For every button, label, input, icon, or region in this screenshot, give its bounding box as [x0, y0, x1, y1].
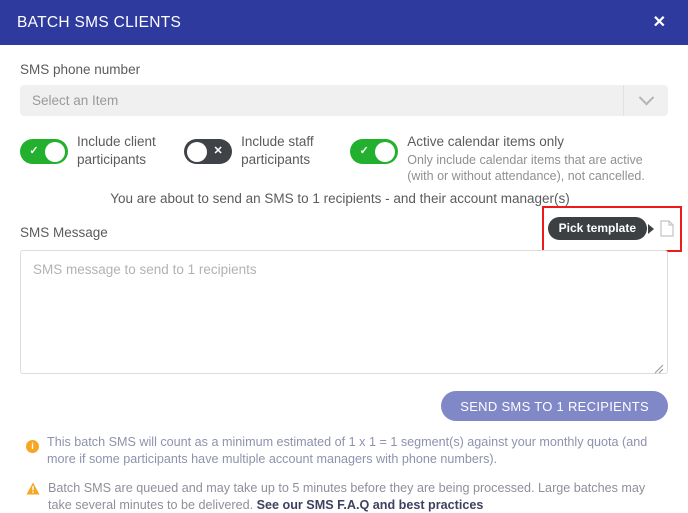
close-icon[interactable]: ✕ [649, 13, 670, 33]
toggle-label-staff-participants: Include staff participants [241, 134, 314, 168]
info-icon: i [26, 436, 39, 454]
sms-message-area [20, 250, 668, 379]
toggle-group-client-participants: ✓ Include client participants [20, 133, 160, 169]
modal-body: SMS phone number Select an Item ✓ Includ… [0, 45, 688, 512]
pick-template-tooltip[interactable]: Pick template [547, 217, 647, 240]
pick-template-control[interactable]: Pick template [547, 217, 674, 240]
document-icon[interactable] [660, 220, 674, 237]
queue-warning-note: Batch SMS are queued and may take up to … [20, 480, 668, 513]
toggle-row: ✓ Include client participants ✕ Include … [20, 133, 668, 183]
sms-phone-number-select[interactable]: Select an Item [20, 85, 668, 116]
sms-faq-link[interactable]: See our SMS F.A.Q and best practices [257, 498, 484, 512]
chevron-down-icon[interactable] [623, 85, 668, 116]
send-sms-button[interactable]: SEND SMS TO 1 RECIPIENTS [441, 391, 668, 421]
quota-info-text: This batch SMS will count as a minimum e… [47, 435, 648, 466]
sms-message-input[interactable] [20, 250, 668, 374]
toggle-knob [45, 141, 65, 162]
check-icon: ✓ [359, 145, 369, 157]
check-icon: ✓ [29, 145, 39, 157]
sms-message-header: SMS Message Pick template [20, 206, 682, 252]
warning-triangle-icon [26, 482, 40, 500]
sms-phone-number-label: SMS phone number [20, 62, 141, 77]
toggle-group-staff-participants: ✕ Include staff participants [184, 133, 324, 169]
queue-warning-text: Batch SMS are queued and may take up to … [48, 480, 668, 513]
toggle-label-active-calendar-items: Active calendar items only Only include … [407, 133, 668, 185]
toggle-include-client-participants[interactable]: ✓ [20, 139, 68, 164]
toggle-knob [187, 141, 208, 162]
toggle-knob [375, 141, 396, 162]
toggle-group-active-calendar-items: ✓ Active calendar items only Only includ… [350, 133, 668, 185]
toggle-label-active-calendar-items-sub: Only include calendar items that are act… [407, 153, 645, 184]
chevron-down-glyph [638, 89, 654, 106]
info-badge-glyph: i [26, 440, 39, 453]
modal-header: BATCH SMS CLIENTS ✕ [0, 0, 688, 45]
toggle-label-active-calendar-items-title: Active calendar items only [407, 134, 565, 149]
cross-icon: ✕ [213, 145, 223, 157]
send-row: SEND SMS TO 1 RECIPIENTS [20, 391, 668, 421]
toggle-label-client-participants: Include client participants [77, 134, 156, 168]
modal-title: BATCH SMS CLIENTS [17, 13, 182, 31]
tooltip-arrow-icon [648, 223, 654, 234]
quota-info-note: i This batch SMS will count as a minimum… [20, 434, 668, 467]
toggle-include-staff-participants[interactable]: ✕ [184, 139, 233, 164]
batch-sms-modal: BATCH SMS CLIENTS ✕ SMS phone number Sel… [0, 0, 688, 512]
sms-phone-number-value: Select an Item [32, 93, 119, 108]
recipients-note: You are about to send an SMS to 1 recipi… [110, 191, 570, 206]
toggle-active-calendar-items-only[interactable]: ✓ [350, 139, 399, 164]
